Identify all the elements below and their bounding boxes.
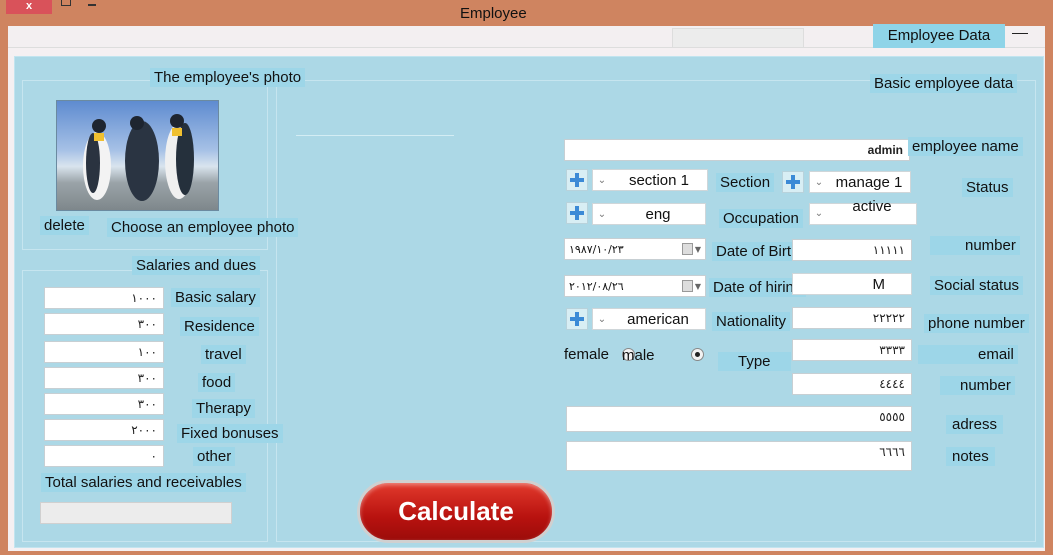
number-input[interactable]: ١١١١١ xyxy=(792,239,912,261)
plus-icon xyxy=(786,175,800,189)
fixed-bonuses-label: Fixed bonuses xyxy=(177,424,283,443)
number2-input[interactable]: ٤٤٤٤ xyxy=(792,373,912,395)
gender-female-label: female xyxy=(564,346,610,363)
delete-photo-button[interactable]: delete xyxy=(40,216,89,235)
photo-section-title: The employee's photo xyxy=(150,68,306,87)
tab-dash xyxy=(1012,33,1028,34)
status-select[interactable]: ⌄ active xyxy=(809,198,917,225)
basic-data-title: Basic employee data xyxy=(870,74,1018,93)
notes-input[interactable]: ٦٦٦٦ xyxy=(566,441,912,471)
status-value: active xyxy=(852,198,892,215)
basic-salary-label: Basic salary xyxy=(171,288,260,307)
occupation-select[interactable]: ⌄ eng xyxy=(592,203,706,225)
chevron-down-icon: ⌄ xyxy=(814,176,824,188)
therapy-label: Therapy xyxy=(192,399,256,418)
chevron-down-icon: ⌄ xyxy=(597,174,607,186)
social-status-label: Social status xyxy=(930,276,1024,295)
plus-icon xyxy=(570,206,584,220)
tab-placeholder xyxy=(672,28,804,48)
email-input[interactable]: ٣٣٣٣ xyxy=(792,339,912,361)
chevron-down-icon: ⌄ xyxy=(597,208,607,220)
email-label: email xyxy=(918,345,1018,364)
add-manage-button[interactable] xyxy=(782,171,804,193)
nationality-value: american xyxy=(627,310,689,328)
phone-input[interactable]: ٢٢٢٢٢ xyxy=(792,307,912,329)
window-title: Employee xyxy=(460,5,527,22)
residence-label: Residence xyxy=(180,317,259,336)
status-label: Status xyxy=(962,178,1013,197)
chevron-down-icon: ⌄ xyxy=(814,208,824,219)
employee-name-label: employee name xyxy=(908,137,1023,156)
total-output xyxy=(40,502,232,524)
add-occupation-button[interactable] xyxy=(566,202,588,224)
penguins-image xyxy=(83,114,194,201)
plus-icon xyxy=(570,312,584,326)
employee-photo[interactable] xyxy=(56,100,219,211)
basic-salary-input[interactable]: ١٠٠٠ xyxy=(44,287,164,309)
travel-input[interactable]: ١٠٠ xyxy=(44,341,164,363)
gender-male-label: male xyxy=(622,347,655,364)
number-label: number xyxy=(930,236,1020,255)
dob-label: Date of Birth xyxy=(712,242,804,261)
total-label: Total salaries and receivables xyxy=(41,473,246,492)
maximize-icon[interactable] xyxy=(61,0,71,6)
food-label: food xyxy=(198,373,236,392)
manage-value: manage 1 xyxy=(835,173,903,191)
type-label: Type xyxy=(718,352,791,371)
social-status-select[interactable]: M xyxy=(792,273,912,295)
nationality-select[interactable]: ⌄ american xyxy=(592,308,706,330)
chevron-down-icon: ⌄ xyxy=(597,313,607,325)
dropdown-arrow-icon: ▼ xyxy=(694,244,701,254)
dob-picker[interactable]: ١٩٨٧/١٠/٢٣ ▼ xyxy=(564,238,706,260)
add-nationality-button[interactable] xyxy=(566,308,588,330)
section-label: Section xyxy=(716,173,775,192)
section-value: section 1 xyxy=(628,171,690,189)
number2-label: number xyxy=(940,376,1015,395)
fixed-bonuses-input[interactable]: ٢٠٠٠ xyxy=(44,419,164,441)
calendar-icon xyxy=(681,280,693,292)
notes-label: notes xyxy=(946,447,995,466)
close-button[interactable]: x xyxy=(6,0,52,14)
section-select[interactable]: ⌄ section 1 xyxy=(592,169,708,191)
nationality-label: Nationality xyxy=(712,312,791,331)
therapy-input[interactable]: ٣٠٠ xyxy=(44,393,164,415)
calendar-icon xyxy=(681,243,693,255)
salaries-title: Salaries and dues xyxy=(132,256,261,275)
address-input[interactable]: ٥٥٥٥ xyxy=(566,406,912,432)
manage-select[interactable]: ⌄ manage 1 xyxy=(809,171,911,193)
employee-name-input[interactable]: admin xyxy=(564,139,910,161)
travel-label: travel xyxy=(201,345,246,364)
other-input[interactable]: ٠ xyxy=(44,445,164,467)
divider-line xyxy=(296,135,454,136)
dropdown-arrow-icon: ▼ xyxy=(694,281,701,291)
plus-icon xyxy=(570,173,584,187)
tab-employee-data[interactable]: Employee Data xyxy=(873,24,1005,48)
hiring-date-picker[interactable]: ٢٠١٢/٠٨/٢٦ ▼ xyxy=(564,275,706,297)
occupation-label: Occupation xyxy=(719,209,803,228)
hiring-date-value: ٢٠١٢/٠٨/٢٦ xyxy=(569,279,624,293)
choose-photo-button[interactable]: Choose an employee photo xyxy=(107,218,299,237)
other-label: other xyxy=(193,447,236,466)
residence-input[interactable]: ٣٠٠ xyxy=(44,313,164,335)
dob-value: ١٩٨٧/١٠/٢٣ xyxy=(569,242,624,256)
address-label: adress xyxy=(946,415,1004,434)
food-input[interactable]: ٣٠٠ xyxy=(44,367,164,389)
occupation-value: eng xyxy=(645,205,671,223)
phone-label: phone number xyxy=(924,314,1029,333)
minimize-icon[interactable] xyxy=(88,4,96,6)
calculate-button[interactable]: Calculate xyxy=(357,480,555,543)
add-section-button[interactable] xyxy=(566,169,588,191)
social-status-value: M xyxy=(872,275,886,293)
